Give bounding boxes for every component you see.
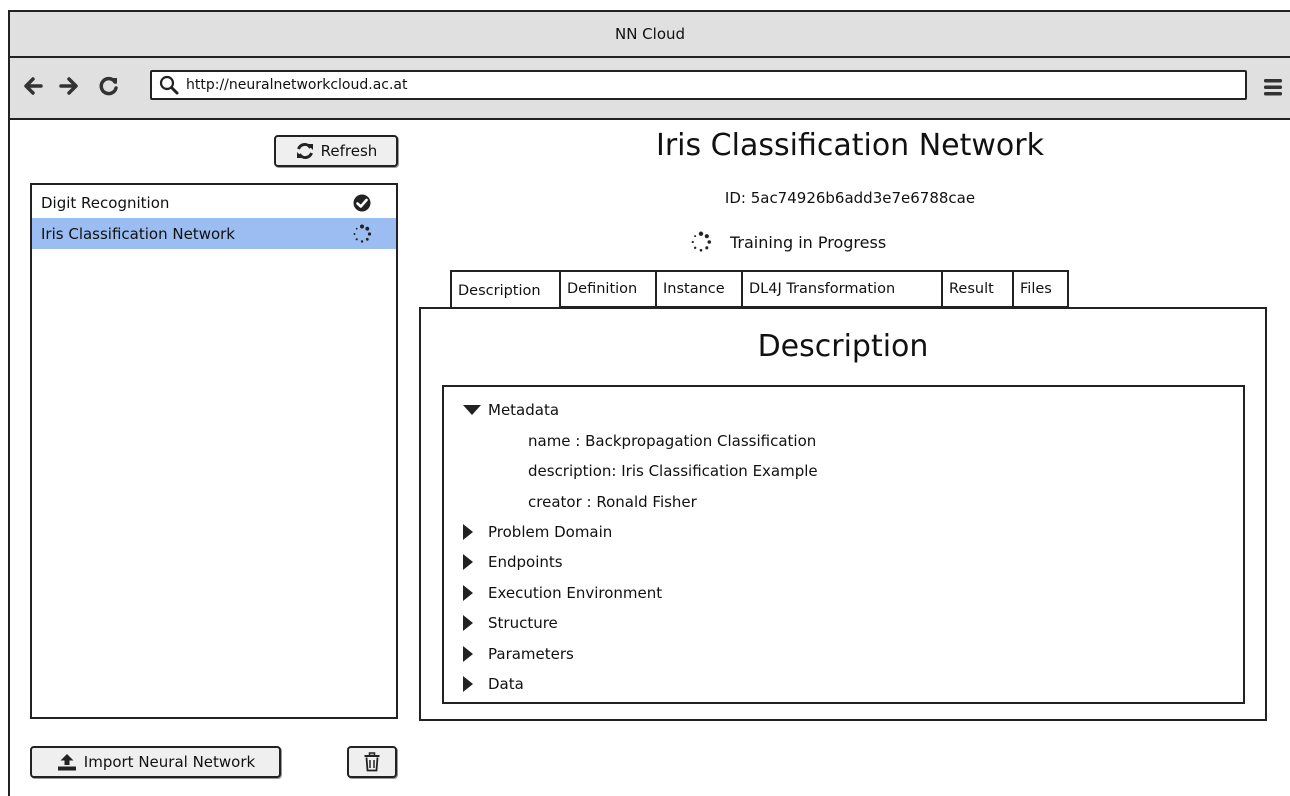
refresh-label: Refresh bbox=[320, 142, 378, 160]
spinner-icon bbox=[353, 224, 372, 243]
tree-leaf: creator : Ronald Fisher bbox=[528, 493, 697, 511]
tree-node-label: Metadata bbox=[488, 401, 560, 419]
address-bar[interactable] bbox=[150, 70, 1247, 100]
tree-node-metadata[interactable]: Metadata bbox=[462, 398, 559, 422]
tree-node-structure[interactable]: Structure bbox=[462, 611, 558, 635]
tree-node-parameters[interactable]: Parameters bbox=[462, 642, 574, 666]
tree-node-label: Parameters bbox=[488, 645, 574, 663]
description-panel: Description Metadata name : Backpropagat… bbox=[419, 307, 1267, 721]
network-list-item[interactable]: Digit Recognition bbox=[32, 187, 396, 218]
browser-toolbar bbox=[10, 58, 1290, 120]
refresh-icon bbox=[296, 142, 313, 160]
delete-network-button[interactable] bbox=[347, 746, 397, 778]
tree-leaf: name : Backpropagation Classification bbox=[528, 432, 817, 450]
refresh-button[interactable]: Refresh bbox=[274, 135, 398, 167]
tab-description[interactable]: Description bbox=[450, 270, 561, 310]
status-text: Training in Progress bbox=[730, 232, 887, 252]
detail-tabs: Description Definition Instance DL4J Tra… bbox=[450, 270, 1069, 310]
window-title: NN Cloud bbox=[614, 25, 686, 43]
tree-node-label: Execution Environment bbox=[488, 584, 663, 602]
trash-icon bbox=[364, 752, 380, 772]
network-id: ID: 5ac74926b6add3e7e6788cae bbox=[724, 189, 976, 207]
network-name: Iris Classification Network bbox=[41, 224, 235, 243]
tab-instance[interactable]: Instance bbox=[657, 270, 743, 308]
description-tree: Metadata name : Backpropagation Classifi… bbox=[442, 385, 1245, 704]
import-label: Import Neural Network bbox=[83, 753, 256, 771]
forward-arrow-icon[interactable] bbox=[58, 75, 80, 97]
training-status: Training in Progress bbox=[690, 229, 886, 255]
tree-leaf: description: Iris Classification Example bbox=[528, 462, 818, 480]
tab-dl4j-transformation[interactable]: DL4J Transformation bbox=[743, 270, 943, 308]
caret-right-icon[interactable] bbox=[462, 645, 482, 663]
tab-definition[interactable]: Definition bbox=[561, 270, 657, 308]
reload-icon[interactable] bbox=[98, 75, 120, 97]
tree-node-problem-domain[interactable]: Problem Domain bbox=[462, 520, 612, 544]
window-titlebar: NN Cloud bbox=[10, 12, 1290, 58]
caret-right-icon[interactable] bbox=[462, 614, 482, 632]
spinner-icon bbox=[691, 231, 712, 252]
tree-node-label: Data bbox=[488, 675, 524, 693]
url-input[interactable] bbox=[184, 76, 1228, 94]
caret-right-icon[interactable] bbox=[462, 675, 482, 693]
caret-down-icon[interactable] bbox=[462, 404, 482, 416]
upload-icon bbox=[57, 754, 76, 771]
tab-result[interactable]: Result bbox=[943, 270, 1014, 308]
caret-right-icon[interactable] bbox=[462, 523, 482, 541]
tree-node-execution-environment[interactable]: Execution Environment bbox=[462, 581, 662, 605]
tree-node-endpoints[interactable]: Endpoints bbox=[462, 550, 563, 574]
tree-node-data[interactable]: Data bbox=[462, 672, 524, 696]
tree-node-label: Problem Domain bbox=[488, 523, 613, 541]
network-name: Digit Recognition bbox=[41, 193, 170, 212]
network-list: Digit Recognition Iris Classification Ne… bbox=[30, 183, 398, 719]
import-network-button[interactable]: Import Neural Network bbox=[30, 746, 281, 778]
network-title: Iris Classification Network bbox=[656, 128, 1044, 163]
network-list-item-selected[interactable]: Iris Classification Network bbox=[32, 218, 396, 249]
panel-title: Description bbox=[757, 329, 929, 364]
caret-right-icon[interactable] bbox=[462, 584, 482, 602]
tree-node-label: Structure bbox=[488, 614, 558, 632]
caret-right-icon[interactable] bbox=[462, 553, 482, 571]
search-icon bbox=[159, 75, 179, 95]
tree-node-label: Endpoints bbox=[488, 553, 563, 571]
check-circle-icon bbox=[353, 194, 371, 212]
hamburger-menu-icon[interactable] bbox=[1262, 76, 1284, 98]
back-arrow-icon[interactable] bbox=[22, 75, 44, 97]
tab-files[interactable]: Files bbox=[1014, 270, 1069, 308]
